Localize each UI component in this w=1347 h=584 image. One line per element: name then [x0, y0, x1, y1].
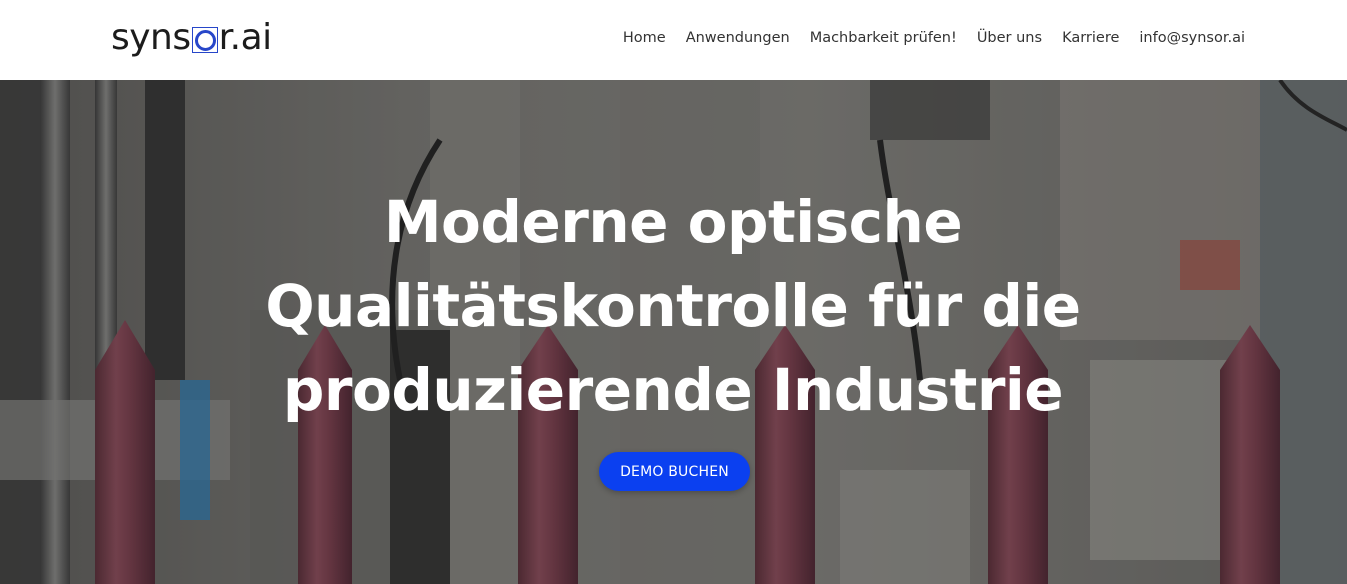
nav-item-email[interactable]: info@synsor.ai: [1139, 30, 1245, 46]
demo-buchen-button[interactable]: DEMO BUCHEN: [599, 452, 750, 491]
logo-text-suffix: r.ai: [218, 17, 273, 58]
hero-headline-line-2: Qualitätskontrolle für die: [265, 272, 1081, 340]
nav-item-ueber-uns[interactable]: Über uns: [977, 30, 1042, 46]
square-o-logo-icon: [191, 27, 218, 53]
hero-headline-line-3: produzierende Industrie: [282, 356, 1064, 424]
nav-item-anwendungen[interactable]: Anwendungen: [686, 30, 790, 46]
nav-item-machbarkeit-pruefen[interactable]: Machbarkeit prüfen!: [810, 30, 957, 46]
main-nav: Home Anwendungen Machbarkeit prüfen! Übe…: [623, 30, 1245, 46]
site-header: syns r.ai Home Anwendungen Machbarkeit p…: [0, 0, 1347, 80]
hero-headline-line-1: Moderne optische: [383, 188, 963, 256]
synsor-logo[interactable]: syns r.ai: [111, 18, 272, 58]
logo-text-prefix: syns: [111, 17, 191, 58]
hero-headline: Moderne optische Qualitätskontrolle für …: [173, 180, 1173, 432]
hero-section: Moderne optische Qualitätskontrolle für …: [0, 80, 1347, 584]
nav-item-home[interactable]: Home: [623, 30, 666, 46]
nav-item-karriere[interactable]: Karriere: [1062, 30, 1119, 46]
